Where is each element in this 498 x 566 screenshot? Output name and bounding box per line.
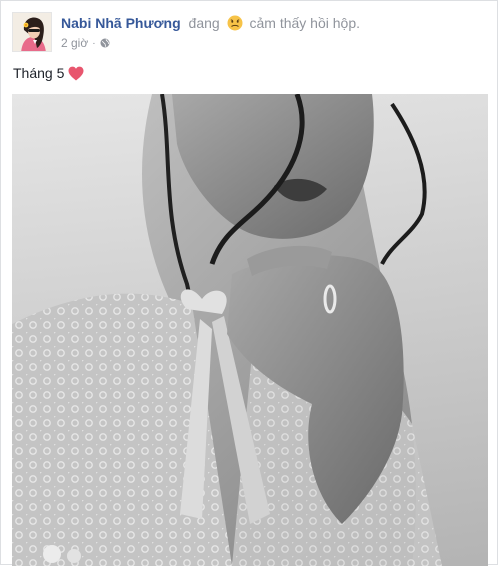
- globe-icon[interactable]: [100, 38, 110, 48]
- post-timestamp[interactable]: 2 giờ: [61, 36, 88, 50]
- nervous-face-icon: [227, 15, 243, 31]
- feeling-text[interactable]: cảm thấy hồi hộp.: [249, 15, 360, 31]
- post-photo[interactable]: [12, 94, 488, 566]
- separator-dot: ·: [92, 37, 96, 49]
- feed-post: Nabi Nhã Phương đang cảm thấy hồi hộp. 2…: [0, 0, 498, 566]
- author-avatar[interactable]: [12, 12, 52, 52]
- post-message-text: Tháng 5: [13, 65, 65, 81]
- feeling-prefix: đang: [188, 15, 220, 31]
- author-name[interactable]: Nabi Nhã Phương: [61, 15, 181, 31]
- post-meta: 2 giờ ·: [61, 36, 110, 50]
- post-header: Nabi Nhã Phương đang cảm thấy hồi hộp.: [61, 15, 360, 31]
- heart-icon: [68, 66, 84, 80]
- post-message: Tháng 5: [13, 65, 84, 81]
